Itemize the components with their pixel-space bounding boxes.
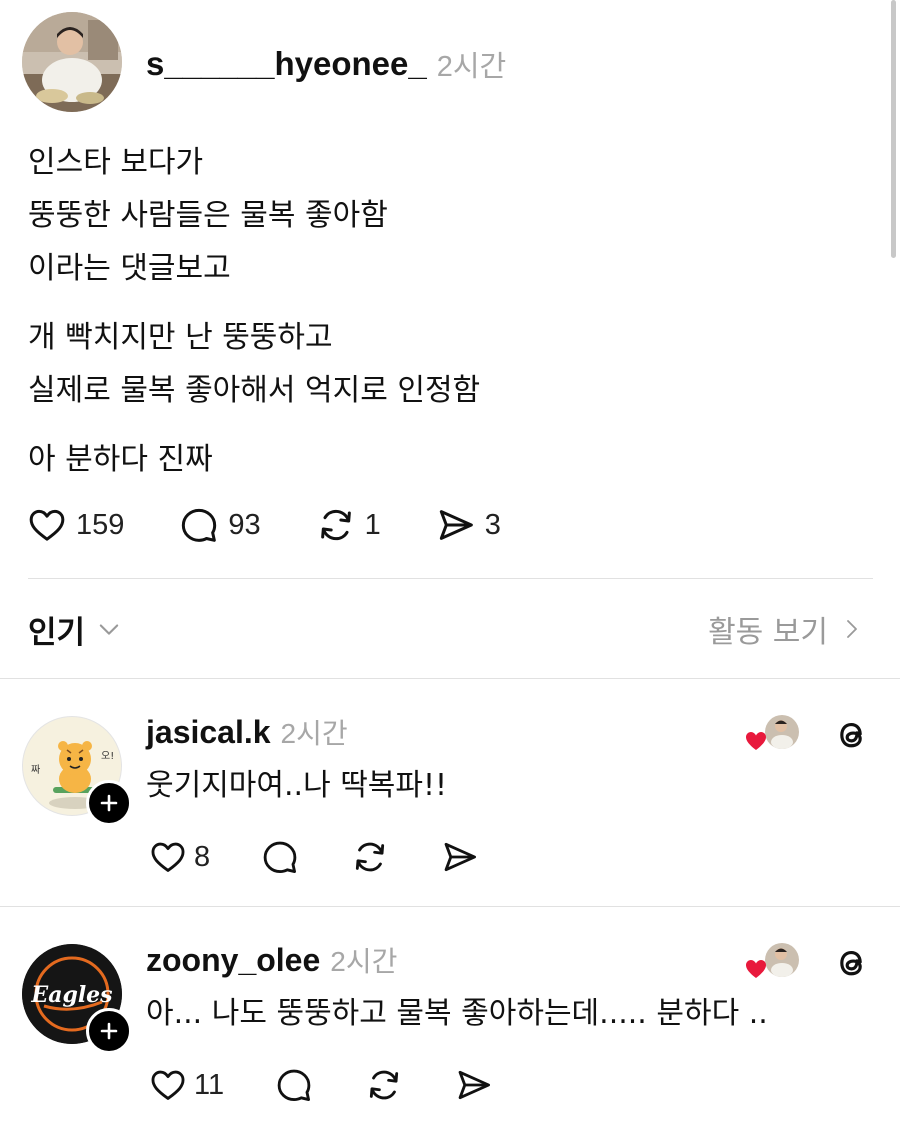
- repost-icon: [320, 509, 351, 541]
- like-count: 8: [194, 840, 211, 873]
- reply-timestamp: 2시간: [280, 718, 348, 749]
- post-text: 인스타 보다가 뚱뚱한 사람들은 물복 좋아함 이라는 댓글보고 개 빡치지만 …: [28, 136, 868, 502]
- heart-icon: [151, 842, 185, 872]
- liked-by-author-avatar: [746, 715, 799, 750]
- reply-text: 아... 나도 뚱뚱하고 물복 좋아하는데..... 분하다 ..: [146, 996, 768, 1031]
- scrollbar[interactable]: [891, 0, 896, 258]
- avatar-photo: [22, 12, 122, 112]
- sort-label: 인기: [28, 614, 86, 651]
- reply-username[interactable]: zoony_olee: [146, 942, 320, 979]
- share-button[interactable]: 3: [435, 505, 501, 545]
- comment-icon: [182, 508, 217, 542]
- post-author-avatar[interactable]: [22, 12, 122, 112]
- reply-button[interactable]: [274, 1066, 314, 1104]
- reply-header: zoony_olee 2시간: [146, 938, 397, 982]
- like-button[interactable]: 11: [148, 1066, 224, 1104]
- threads-icon[interactable]: [832, 716, 870, 754]
- repost-icon: [356, 842, 385, 872]
- reply-button[interactable]: [260, 838, 300, 876]
- author-liked-indicator: [744, 712, 800, 756]
- share-button[interactable]: [454, 1066, 494, 1104]
- heart-icon: [151, 1070, 185, 1100]
- divider: [0, 906, 900, 907]
- heart-icon: [29, 509, 65, 541]
- share-icon: [444, 842, 477, 872]
- follow-button[interactable]: [86, 780, 132, 826]
- post-line: 개 빡치지만 난 뚱뚱하고: [28, 320, 333, 355]
- share-icon: [439, 510, 473, 540]
- chevron-right-icon: [847, 620, 857, 638]
- reply-sort-bar: 인기 활동 보기: [28, 604, 864, 654]
- avatar-caption-left: 짜: [31, 764, 40, 776]
- post-paragraph: 개 빡치지만 난 뚱뚱하고 실제로 물복 좋아해서 억지로 인정함: [28, 311, 868, 417]
- like-button[interactable]: 8: [148, 838, 210, 876]
- liked-by-author-avatar: [746, 943, 799, 978]
- like-button[interactable]: 159: [26, 505, 124, 545]
- post-timestamp: 2시간: [436, 51, 507, 83]
- like-count: 159: [76, 508, 125, 541]
- post-line: 실제로 물복 좋아해서 억지로 인정함: [28, 373, 481, 408]
- reply-text: 웃기지마여..나 딱복파!!: [146, 768, 448, 803]
- share-button[interactable]: [440, 838, 480, 876]
- comment-icon: [263, 841, 297, 873]
- like-count: 11: [194, 1068, 225, 1101]
- author-liked-indicator: [744, 940, 800, 984]
- view-activity-link[interactable]: 활동 보기: [708, 604, 864, 654]
- reply-button[interactable]: 93: [178, 505, 261, 545]
- threads-icon[interactable]: [832, 944, 870, 982]
- heart-icon: [746, 960, 766, 978]
- repost-button[interactable]: [350, 838, 390, 876]
- post-line: 이라는 댓글보고: [28, 251, 231, 286]
- reply-timestamp: 2시간: [330, 946, 398, 977]
- avatar-caption-right: 오!: [101, 751, 114, 762]
- repost-icon: [370, 1070, 399, 1100]
- post-line: 아 분하다 진짜: [28, 442, 213, 477]
- share-icon: [458, 1070, 491, 1100]
- repost-count: 1: [364, 508, 381, 541]
- post-actions: 159 93 1 3: [26, 500, 555, 550]
- post-header: s______hyeonee_ 2시간: [146, 40, 506, 88]
- heart-icon: [746, 732, 766, 750]
- divider: [0, 678, 900, 679]
- post-paragraph: 아 분하다 진짜: [28, 433, 868, 486]
- repost-button[interactable]: 1: [315, 505, 381, 545]
- plus-icon: [100, 1022, 118, 1040]
- repost-button[interactable]: [364, 1066, 404, 1104]
- chevron-down-icon: [99, 624, 119, 635]
- reply-count: 93: [228, 508, 261, 541]
- share-count: 3: [484, 508, 501, 541]
- sort-dropdown[interactable]: 인기: [28, 604, 123, 654]
- post-paragraph: 인스타 보다가 뚱뚱한 사람들은 물복 좋아함 이라는 댓글보고: [28, 136, 868, 295]
- follow-button[interactable]: [86, 1008, 132, 1054]
- reply-actions: 11: [148, 1060, 544, 1110]
- reply-actions: 8: [148, 832, 530, 882]
- post-username[interactable]: s______hyeonee_: [146, 45, 427, 83]
- divider: [28, 578, 873, 579]
- comment-icon: [277, 1069, 311, 1101]
- plus-icon: [100, 794, 118, 812]
- post-line: 인스타 보다가: [28, 145, 204, 180]
- post-line: 뚱뚱한 사람들은 물복 좋아함: [28, 198, 388, 233]
- view-activity-label: 활동 보기: [708, 615, 828, 650]
- reply-username[interactable]: jasical.k: [146, 714, 271, 751]
- reply-header: jasical.k 2시간: [146, 710, 348, 754]
